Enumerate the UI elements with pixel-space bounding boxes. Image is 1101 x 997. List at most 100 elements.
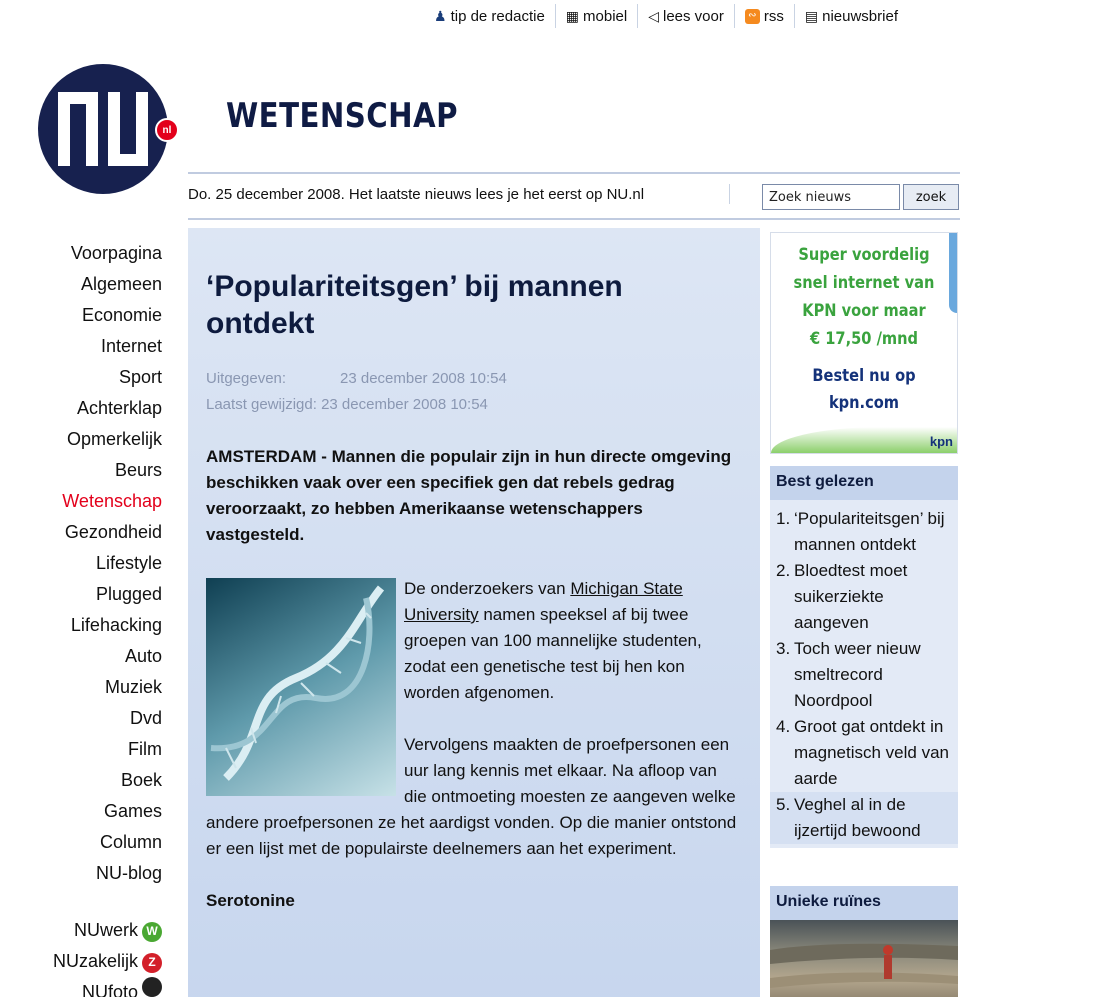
list-item[interactable]: 5. Veghel al in de ijzertijd bewoond — [770, 792, 958, 844]
date-line: Do. 25 december 2008. Het laatste nieuws… — [188, 186, 645, 203]
ruines-photo[interactable] — [770, 920, 958, 997]
nav-item-plugged[interactable]: Plugged — [30, 579, 162, 610]
left-nav: Voorpagina Algemeen Economie Internet Sp… — [30, 238, 162, 997]
subhead-serotonine: Serotonine — [206, 891, 295, 910]
nufoto-badge-icon — [142, 977, 162, 997]
published-label: Uitgegeven: — [206, 370, 287, 387]
best-gelezen-list: 1. ‘Populariteitsgen’ bij mannen ontdekt … — [770, 500, 958, 848]
list-item-text: Veghel al in de ijzertijd bewoond — [794, 795, 921, 840]
p1-before: De onderzoekers van — [404, 579, 571, 598]
list-item[interactable]: 4. Groot gat ontdekt in magnetisch veld v… — [776, 714, 958, 792]
modified-label: Laatst gewijzigd: — [206, 396, 317, 413]
best-gelezen-box: Best gelezen 1. ‘Populariteitsgen’ bij ma… — [770, 466, 958, 848]
nav-item-sport[interactable]: Sport — [30, 362, 162, 393]
nav-item-column[interactable]: Column — [30, 827, 162, 858]
list-item[interactable]: 2. Bloedtest moet suikerziekte aangeven — [776, 558, 958, 636]
mobile-icon: ▦ — [565, 8, 580, 24]
ad-cta: Bestel nu op kpn.com — [784, 363, 944, 417]
dna-image — [206, 578, 396, 796]
dna-helix-graphic — [210, 585, 385, 781]
nav-item-auto[interactable]: Auto — [30, 641, 162, 672]
nav-item-lifestyle[interactable]: Lifestyle — [30, 548, 162, 579]
nieuwsbrief-label: nieuwsbrief — [822, 7, 898, 25]
lees-voor-link[interactable]: ◁ lees voor — [638, 4, 735, 28]
kpn-ad[interactable]: Super voordelig snel internet van KPN vo… — [770, 232, 958, 454]
ad-line-3: KPN voor maar — [802, 301, 926, 321]
mobiel-link[interactable]: ▦ mobiel — [556, 4, 639, 28]
modified-date: 23 december 2008 10:54 — [321, 396, 488, 413]
unieke-ruines-title: Unieke ruïnes — [770, 886, 958, 920]
nav-item-nu-blog[interactable]: NU-blog — [30, 858, 162, 889]
nav-item-nufoto[interactable]: NUfoto — [30, 977, 162, 997]
list-item[interactable]: 3. Toch weer nieuw smeltrecord Noordpool — [776, 636, 958, 714]
rss-icon: ∾ — [744, 8, 760, 24]
ruines-photo-graphic — [770, 943, 958, 988]
divider — [729, 184, 730, 204]
tip-de-redactie-label: tip de redactie — [450, 7, 545, 25]
article: ‘Populariteitsgen’ bij mannen ontdekt Ui… — [188, 228, 760, 997]
nav-item-achterklap[interactable]: Achterklap — [30, 393, 162, 424]
search-button[interactable]: zoek — [903, 184, 959, 210]
ad-line-1: Super voordelig — [798, 245, 930, 265]
search-input[interactable] — [762, 184, 900, 210]
ad-cta-2: kpn.com — [828, 393, 900, 413]
nav-item-nuzakelijk[interactable]: NUzakelijk Z — [30, 946, 162, 977]
nav-item-dvd[interactable]: Dvd — [30, 703, 162, 734]
nav-item-opmerkelijk[interactable]: Opmerkelijk — [30, 424, 162, 455]
article-title: ‘Populariteitsgen’ bij mannen ontdekt — [206, 270, 623, 340]
mobiel-label: mobiel — [583, 7, 628, 25]
nav-item-film[interactable]: Film — [30, 734, 162, 765]
nav-item-algemeen[interactable]: Algemeen — [30, 269, 162, 300]
nu-logo-mark — [58, 92, 148, 166]
section-title: WETENSCHAP — [226, 96, 458, 136]
list-item[interactable]: 1. ‘Populariteitsgen’ bij mannen ontdekt — [776, 506, 958, 558]
newsletter-icon: ▤ — [804, 8, 819, 24]
top-links: ♟ tip de redactie ▦ mobiel ◁ lees voor ∾… — [424, 4, 908, 28]
nufoto-label: NUfoto — [81, 982, 138, 997]
nav-gap — [30, 889, 162, 915]
nav-item-internet[interactable]: Internet — [30, 331, 162, 362]
nieuwsbrief-link[interactable]: ▤ nieuwsbrief — [795, 4, 908, 28]
ad-cta-1: Bestel nu op — [812, 366, 916, 386]
article-lead: AMSTERDAM - Mannen die populair zijn in … — [206, 447, 732, 544]
nuwerk-label: NUwerk — [73, 920, 138, 940]
list-item-number: 1. — [776, 509, 791, 528]
nav-item-nuwerk[interactable]: NUwerk W — [30, 915, 162, 946]
nu-logo[interactable]: nl — [38, 64, 179, 194]
list-item-number: 4. — [776, 717, 791, 736]
nav-item-muziek[interactable]: Muziek — [30, 672, 162, 703]
list-item-number: 5. — [776, 795, 791, 814]
ad-stripe — [949, 233, 957, 313]
published-date: 23 december 2008 10:54 — [340, 370, 507, 387]
list-item-text: Bloedtest moet suikerziekte aangeven — [794, 561, 908, 632]
kpn-logo: kpn — [929, 434, 953, 449]
nav-item-voorpagina[interactable]: Voorpagina — [30, 238, 162, 269]
nuwerk-badge-icon: W — [142, 921, 162, 942]
nav-item-lifehacking[interactable]: Lifehacking — [30, 610, 162, 641]
tip-de-redactie-link[interactable]: ♟ tip de redactie — [424, 4, 556, 28]
ad-line-2: snel internet van — [793, 273, 935, 293]
person-icon: ♟ — [434, 8, 447, 24]
nuzakelijk-badge-icon: Z — [142, 952, 162, 973]
article-body: De onderzoekers van Michigan State Unive… — [206, 576, 744, 914]
nav-item-economie[interactable]: Economie — [30, 300, 162, 331]
rss-label: rss — [763, 7, 784, 25]
list-item-number: 3. — [776, 639, 791, 658]
best-gelezen-title: Best gelezen — [770, 466, 958, 500]
list-item-number: 2. — [776, 561, 791, 580]
unieke-ruines-box: Unieke ruïnes — [770, 886, 958, 997]
nl-dot: nl — [155, 118, 179, 142]
nuzakelijk-label: NUzakelijk — [52, 951, 138, 971]
date-bar: Do. 25 december 2008. Het laatste nieuws… — [188, 172, 960, 220]
rss-link[interactable]: ∾ rss — [735, 4, 795, 28]
list-item-text: ‘Populariteitsgen’ bij mannen ontdekt — [794, 509, 945, 554]
nu-logo-letters — [58, 92, 152, 166]
ad-text: Super voordelig snel internet van KPN vo… — [784, 241, 944, 353]
ad-line-4: € 17,50 /mnd — [809, 329, 919, 349]
speaker-icon: ◁ — [648, 8, 659, 24]
nav-item-boek[interactable]: Boek — [30, 765, 162, 796]
nav-item-beurs[interactable]: Beurs — [30, 455, 162, 486]
nav-item-gezondheid[interactable]: Gezondheid — [30, 517, 162, 548]
nav-item-games[interactable]: Games — [30, 796, 162, 827]
nav-item-wetenschap[interactable]: Wetenschap — [30, 486, 162, 517]
